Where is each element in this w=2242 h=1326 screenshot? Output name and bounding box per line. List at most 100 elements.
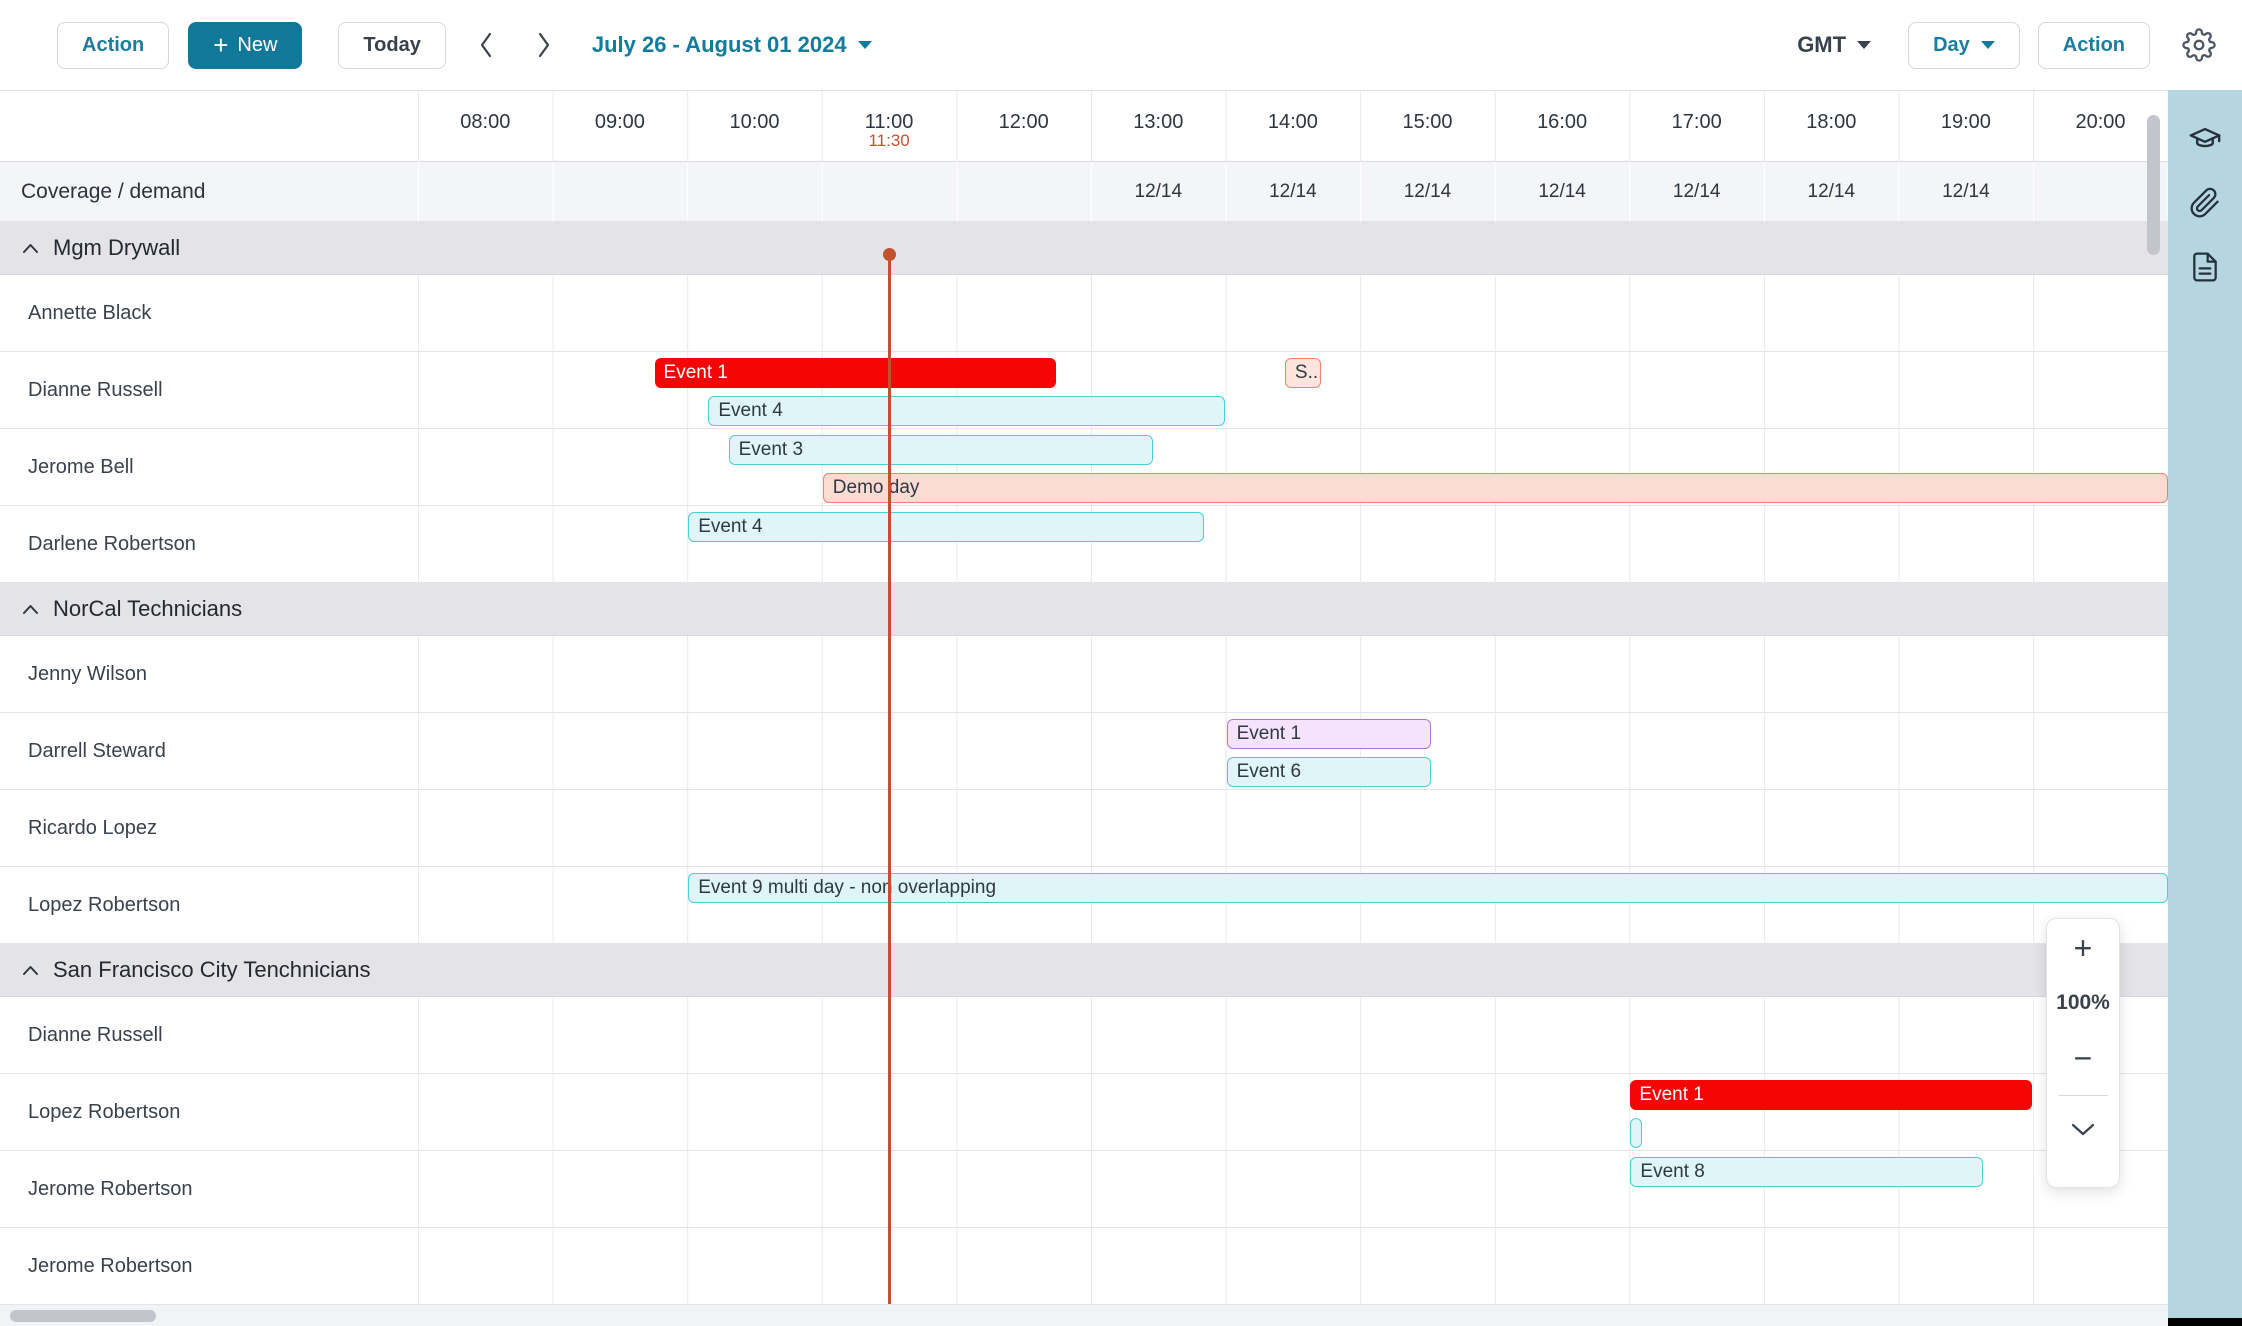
horizontal-scrollbar-thumb[interactable] bbox=[10, 1310, 156, 1322]
resource-row: Jerome Bell Event 3 Demo day bbox=[0, 429, 2168, 506]
attachments-rail-button[interactable] bbox=[2182, 180, 2228, 226]
hour-label: 12:00 bbox=[956, 111, 1091, 134]
today-button[interactable]: Today bbox=[338, 22, 445, 69]
event-bar[interactable]: Event 1 bbox=[1630, 1080, 2032, 1110]
resource-name: Jerome Robertson bbox=[28, 1151, 193, 1227]
collapse-zoom-panel-button[interactable] bbox=[2046, 1100, 2120, 1158]
timezone-label: GMT bbox=[1797, 32, 1846, 58]
event-bar[interactable]: Demo day bbox=[823, 473, 2168, 503]
resource-name: Lopez Robertson bbox=[28, 1074, 180, 1150]
resource-name: Jerome Robertson bbox=[28, 1228, 193, 1304]
event-bar[interactable]: Event 1 bbox=[1227, 719, 1431, 749]
action-button-left[interactable]: Action bbox=[57, 22, 169, 69]
action-button-right[interactable]: Action bbox=[2038, 22, 2150, 69]
timezone-selector[interactable]: GMT bbox=[1797, 32, 1871, 58]
coverage-value-cell: 12/14 bbox=[1764, 162, 1899, 222]
group-name: Mgm Drywall bbox=[53, 235, 180, 261]
row-column-lines bbox=[418, 997, 2168, 1074]
resource-name: Dianne Russell bbox=[28, 997, 163, 1073]
caret-down-icon bbox=[1857, 41, 1871, 49]
hour-label: 18:00 bbox=[1764, 111, 1899, 134]
resource-name: Lopez Robertson bbox=[28, 867, 180, 943]
resource-row: Ricardo Lopez bbox=[0, 790, 2168, 867]
coverage-value-cell: 12/14 bbox=[1226, 162, 1361, 222]
plus-icon: + bbox=[213, 32, 228, 58]
coverage-value-cell: 12/14 bbox=[1899, 162, 2034, 222]
row-column-lines bbox=[418, 1228, 2168, 1305]
documents-rail-button[interactable] bbox=[2182, 244, 2228, 290]
event-bar[interactable]: Event 8 bbox=[1630, 1157, 1982, 1187]
resource-name: Ricardo Lopez bbox=[28, 790, 157, 866]
scheduler-grid: 08:0009:0010:0011:0012:0013:0014:0015:00… bbox=[0, 90, 2168, 1326]
previous-arrow-button[interactable] bbox=[464, 22, 508, 69]
resource-row: Darrell StewardEvent 1Event 6 bbox=[0, 713, 2168, 790]
hour-label: 19:00 bbox=[1899, 111, 2034, 134]
gear-icon bbox=[2182, 28, 2216, 62]
chevron-up-icon bbox=[22, 965, 39, 976]
next-arrow-button[interactable] bbox=[522, 22, 566, 69]
chevron-down-icon bbox=[2069, 1121, 2097, 1137]
paperclip-icon bbox=[2189, 187, 2221, 219]
toolbar: Action + New Today July 26 - August 01 2… bbox=[0, 0, 2242, 90]
new-event-button[interactable]: + New bbox=[188, 22, 302, 69]
horizontal-scrollbar[interactable] bbox=[0, 1304, 2168, 1326]
event-bar[interactable]: Event 3 bbox=[729, 435, 1153, 465]
event-bar[interactable]: Event 4 bbox=[708, 396, 1224, 426]
resource-name: Jenny Wilson bbox=[28, 636, 147, 712]
event-bar[interactable]: S... bbox=[1285, 358, 1321, 388]
hour-label: 14:00 bbox=[1226, 111, 1361, 134]
zoom-level: 100% bbox=[2056, 977, 2110, 1029]
date-range-picker[interactable]: July 26 - August 01 2024 bbox=[592, 32, 872, 58]
resource-row: Jenny Wilson bbox=[0, 636, 2168, 713]
divider bbox=[2058, 1095, 2108, 1096]
plus-icon: + bbox=[2074, 930, 2093, 967]
resource-row: Darlene Robertson Event 4 bbox=[0, 506, 2168, 583]
caret-down-icon bbox=[858, 41, 872, 49]
zoom-panel: + 100% − bbox=[2046, 918, 2120, 1188]
group-header-row[interactable]: NorCal Technicians bbox=[0, 583, 2168, 636]
hour-label: 13:00 bbox=[1091, 111, 1226, 134]
view-mode-button[interactable]: Day bbox=[1908, 22, 2020, 69]
group-header-row[interactable]: San Francisco City Tenchnicians bbox=[0, 944, 2168, 997]
scheduler-app: Action + New Today July 26 - August 01 2… bbox=[0, 0, 2242, 1326]
zoom-in-button[interactable]: + bbox=[2046, 919, 2120, 977]
caret-down-icon bbox=[1981, 41, 1995, 49]
resource-row: Jerome Robertson Event 8 bbox=[0, 1151, 2168, 1228]
vertical-scrollbar-thumb[interactable] bbox=[2147, 115, 2160, 255]
resource-row: Jerome Robertson bbox=[0, 1228, 2168, 1305]
minus-icon: − bbox=[2074, 1040, 2093, 1077]
resource-name: Jerome Bell bbox=[28, 429, 134, 505]
graduation-cap-icon bbox=[2188, 122, 2222, 156]
group-header-row[interactable]: Mgm Drywall bbox=[0, 222, 2168, 275]
training-rail-button[interactable] bbox=[2182, 116, 2228, 162]
timeline-header: 08:0009:0010:0011:0012:0013:0014:0015:00… bbox=[0, 91, 2168, 162]
row-column-lines bbox=[418, 506, 2168, 583]
view-mode-label: Day bbox=[1933, 34, 1970, 57]
settings-button[interactable] bbox=[2174, 20, 2224, 70]
current-time-dot bbox=[883, 248, 896, 261]
resource-row: Dianne Russell Event 1 S... Event 4 bbox=[0, 352, 2168, 429]
hour-label: 08:00 bbox=[418, 111, 553, 134]
resource-name: Dianne Russell bbox=[28, 352, 163, 428]
resource-row: Lopez Robertson Event 1 bbox=[0, 1074, 2168, 1151]
hour-label: 10:00 bbox=[687, 111, 822, 134]
row-column-lines bbox=[418, 275, 2168, 352]
hour-label: 15:00 bbox=[1360, 111, 1495, 134]
coverage-demand-row: Coverage / demand12/1412/1412/1412/1412/… bbox=[0, 162, 2168, 222]
current-time-line bbox=[888, 251, 891, 1305]
date-range-label: July 26 - August 01 2024 bbox=[592, 32, 847, 58]
event-bar[interactable]: Event 1 bbox=[655, 358, 1057, 388]
zoom-out-button[interactable]: − bbox=[2046, 1029, 2120, 1087]
resource-name: Annette Black bbox=[28, 275, 151, 351]
hour-label: 17:00 bbox=[1629, 111, 1764, 134]
resource-name: Darlene Robertson bbox=[28, 506, 196, 582]
event-bar[interactable]: Event 4 bbox=[688, 512, 1204, 542]
resource-row: Annette Black bbox=[0, 275, 2168, 352]
event-bar[interactable]: Event 9 multi day - non overlapping bbox=[688, 873, 2168, 903]
hour-label: 09:00 bbox=[553, 111, 688, 134]
rail-bottom-strip bbox=[2168, 1318, 2242, 1326]
event-bar[interactable]: Event 6 bbox=[1227, 757, 1431, 787]
group-name: San Francisco City Tenchnicians bbox=[53, 957, 371, 983]
event-bar[interactable] bbox=[1630, 1118, 1641, 1148]
coverage-value-cell: 12/14 bbox=[1360, 162, 1495, 222]
